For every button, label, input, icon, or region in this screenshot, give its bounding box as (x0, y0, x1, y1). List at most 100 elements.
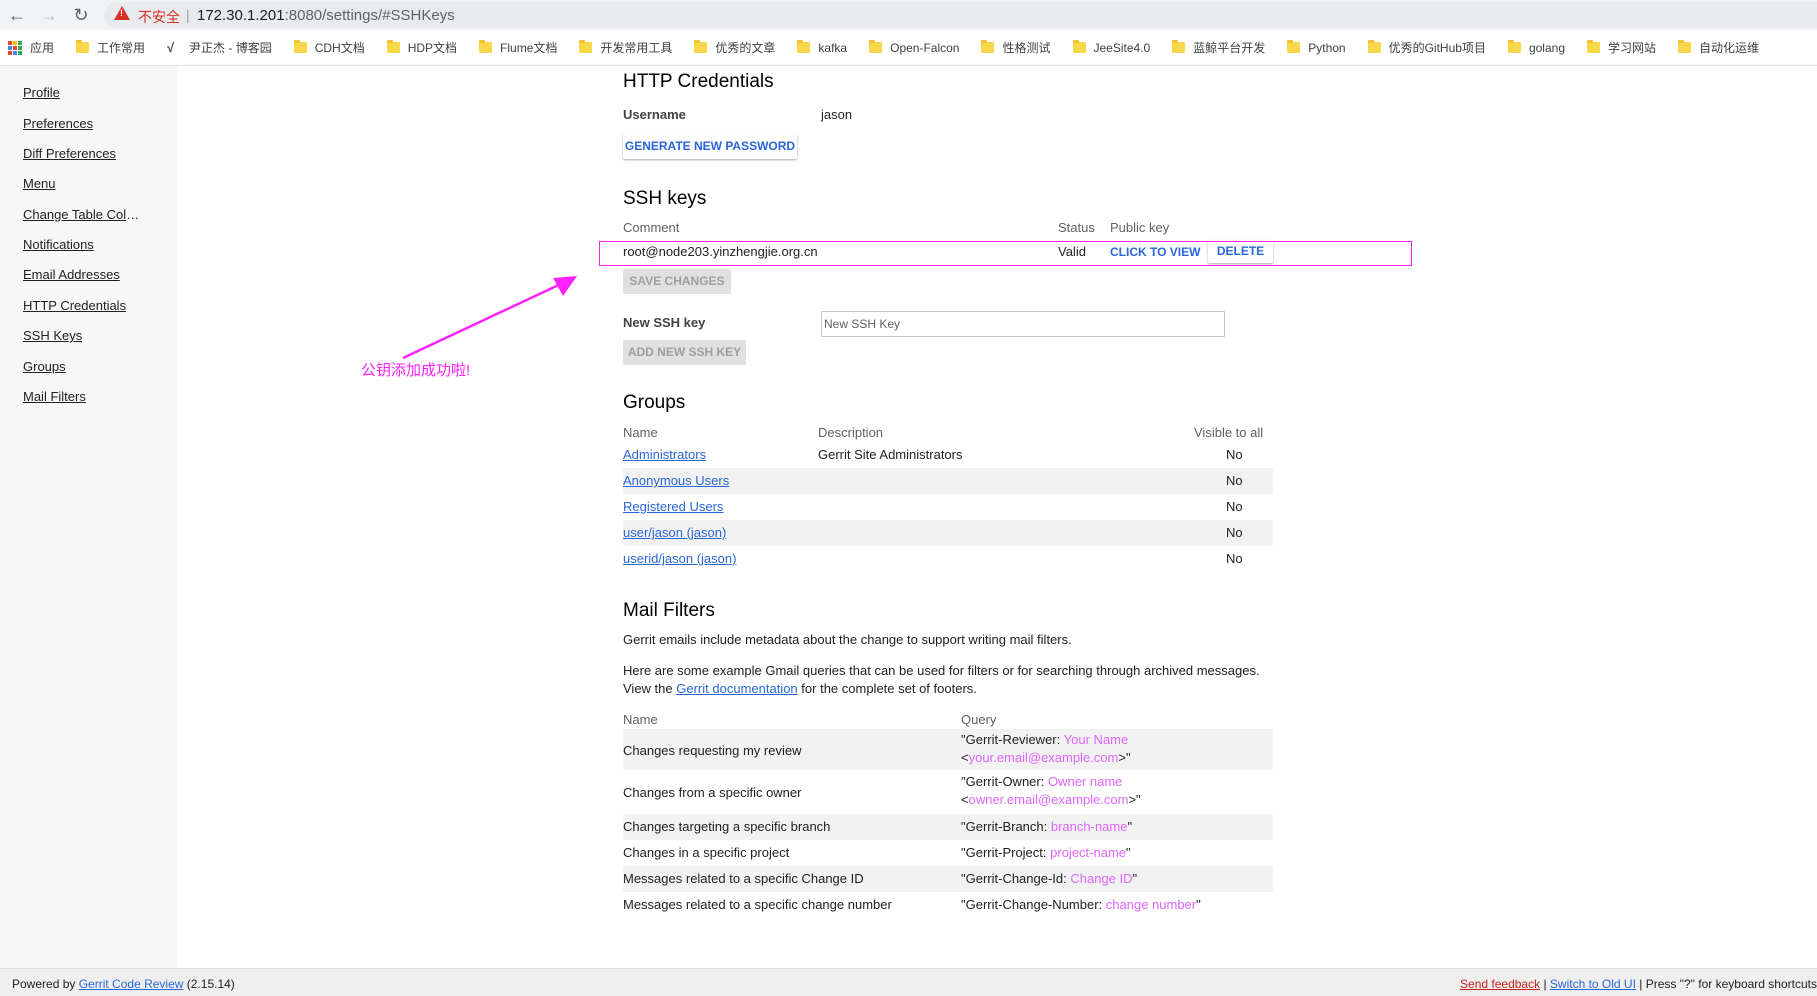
query-prefix: "Gerrit-Change-Number: (961, 897, 1106, 912)
bookmark-folder[interactable]: kafka (797, 39, 847, 56)
bookmark-folder[interactable]: golang (1507, 39, 1565, 56)
new-ssh-key-input[interactable] (821, 311, 1225, 337)
gerrit-documentation-link[interactable]: Gerrit documentation (676, 681, 797, 696)
sidebar-item-preferences[interactable]: Preferences (23, 116, 93, 131)
query-placeholder: change number (1105, 897, 1197, 912)
sidebar-item-change-table-columns[interactable]: Change Table Columns (23, 207, 140, 222)
folder-icon (694, 40, 708, 53)
annotation-text: 公钥添加成功啦! (361, 362, 471, 379)
version-text: (2.15.14) (186, 977, 235, 991)
query-bracket: < (961, 750, 969, 765)
folder-icon (386, 40, 400, 53)
bookmark-item[interactable]: √ 尹正杰 - 博客园 (167, 39, 272, 56)
bookmark-label: HDP文档 (407, 41, 458, 55)
bookmark-folder[interactable]: 优秀的文章 (694, 39, 775, 56)
send-feedback-link[interactable]: Send feedback (1460, 977, 1540, 991)
para-view-text: View the (623, 681, 673, 696)
generate-password-button[interactable]: GENERATE NEW PASSWORD (623, 134, 797, 159)
bookmark-folder[interactable]: 学习网站 (1587, 39, 1656, 56)
bookmark-label: 应用 (30, 41, 55, 55)
gerrit-code-review-link[interactable]: Gerrit Code Review (79, 977, 184, 991)
bookmark-folder[interactable]: Flume文档 (479, 39, 557, 56)
warning-icon (114, 6, 130, 20)
ssh-header-status: Status (1058, 220, 1095, 235)
apps-grid-icon (8, 40, 22, 55)
sidebar-item-menu[interactable]: Menu (23, 176, 56, 191)
forward-icon[interactable]: → (38, 4, 60, 26)
sidebar-item-notifications[interactable]: Notifications (23, 237, 94, 252)
bookmark-folder[interactable]: Python (1287, 39, 1346, 56)
footer-right: Send feedback | Switch to Old UI | Press… (1460, 977, 1817, 991)
reload-icon[interactable]: ↻ (70, 4, 92, 26)
query-placeholder: branch-name (1050, 819, 1128, 834)
mail-filter-name: Messages related to a specific change nu… (623, 897, 892, 912)
mail-filters-title: Mail Filters (623, 600, 715, 621)
folder-icon (981, 40, 995, 53)
bookmark-label: 优秀的文章 (715, 41, 776, 55)
mail-filter-name: Changes in a specific project (623, 845, 790, 860)
powered-by-text: Powered by (12, 977, 76, 991)
bookmark-label: JeeSite4.0 (1093, 40, 1151, 55)
mail-filter-name: Changes requesting my review (623, 743, 802, 758)
sidebar-item-email-addresses[interactable]: Email Addresses (23, 267, 120, 282)
query-suffix: >" (1118, 750, 1131, 765)
browser-address-bar: ← → ↻ 不安全 | 172.30.1.201:8080/settings/#… (0, 0, 1817, 30)
groups-header-visible: Visible to all (1194, 425, 1264, 440)
group-link[interactable]: userid/jason (jason) (623, 551, 736, 566)
folder-icon (1678, 40, 1692, 53)
sidebar-item-mail-filters[interactable]: Mail Filters (23, 389, 86, 404)
group-link[interactable]: Administrators (623, 447, 706, 462)
sidebar-item-diff-preferences[interactable]: Diff Preferences (23, 146, 116, 161)
bookmark-label: Flume文档 (500, 41, 558, 55)
folder-icon (1367, 40, 1381, 53)
query-bracket: < (961, 792, 969, 807)
url-text[interactable]: 172.30.1.201:8080/settings/#SSHKeys (197, 7, 455, 24)
bookmark-folder[interactable]: 自动化运维 (1678, 39, 1759, 56)
url-separator: | (186, 7, 190, 23)
sidebar-item-http-credentials[interactable]: HTTP Credentials (23, 298, 126, 313)
save-changes-button[interactable]: SAVE CHANGES (623, 269, 731, 294)
add-ssh-key-button[interactable]: ADD NEW SSH KEY (623, 340, 746, 365)
bookmark-folder[interactable]: JeeSite4.0 (1072, 39, 1151, 56)
query-placeholder: Your Name (1063, 732, 1129, 747)
bookmark-label: 开发常用工具 (600, 41, 673, 55)
ssh-keys-title: SSH keys (623, 188, 707, 209)
folder-icon (1287, 40, 1301, 53)
bookmark-folder[interactable]: 性格测试 (981, 39, 1051, 56)
highlight-box (599, 241, 1412, 266)
bookmark-apps[interactable]: 应用 (8, 39, 54, 56)
security-label: 不安全 (138, 9, 180, 25)
group-link[interactable]: user/jason (jason) (623, 525, 726, 540)
mail-filter-name: Messages related to a specific Change ID (623, 871, 864, 886)
sidebar-item-groups[interactable]: Groups (23, 359, 66, 374)
group-link[interactable]: Registered Users (623, 499, 723, 514)
bookmark-folder[interactable]: 蓝鲸平台开发 (1172, 39, 1265, 56)
folder-icon (293, 40, 307, 53)
url-field[interactable]: 不安全 | 172.30.1.201:8080/settings/#SSHKey… (104, 2, 1817, 28)
bookmark-folder[interactable]: 工作常用 (76, 39, 145, 56)
bookmark-label: 蓝鲸平台开发 (1193, 41, 1266, 55)
switch-old-ui-link[interactable]: Switch to Old UI (1550, 977, 1636, 991)
bookmark-folder[interactable]: Open-Falcon (869, 39, 959, 56)
folder-icon (1072, 40, 1086, 53)
bookmark-folder[interactable]: CDH文档 (293, 39, 365, 56)
mail-filters-para-line2: View the Gerrit documentation for the co… (623, 680, 977, 698)
sidebar-item-ssh-keys[interactable]: SSH Keys (23, 328, 82, 343)
url-path: :8080/settings/#SSHKeys (284, 7, 455, 24)
group-link[interactable]: Anonymous Users (623, 473, 729, 488)
bookmark-folder[interactable]: 开发常用工具 (579, 39, 672, 56)
bookmark-label: 自动化运维 (1699, 41, 1760, 55)
bookmark-folder[interactable]: HDP文档 (386, 39, 458, 56)
footer-separator: | (1543, 977, 1547, 991)
query-placeholder: owner.email@example.com (968, 792, 1129, 807)
bookmark-label: 优秀的GitHub项目 (1388, 41, 1486, 55)
bookmark-folder[interactable]: 优秀的GitHub项目 (1367, 39, 1486, 56)
footer-left: Powered by Gerrit Code Review (2.15.14) (12, 977, 235, 991)
sidebar-item-profile[interactable]: Profile (23, 85, 60, 100)
mail-filter-query: "Gerrit-Change-Number: change number" (961, 896, 1201, 914)
back-icon[interactable]: ← (6, 4, 28, 26)
group-visible: No (1226, 473, 1243, 488)
keyboard-hint-text: | Press "?" for keyboard shortcuts (1639, 977, 1817, 991)
query-suffix: " (1127, 819, 1133, 834)
group-visible: No (1226, 551, 1243, 566)
